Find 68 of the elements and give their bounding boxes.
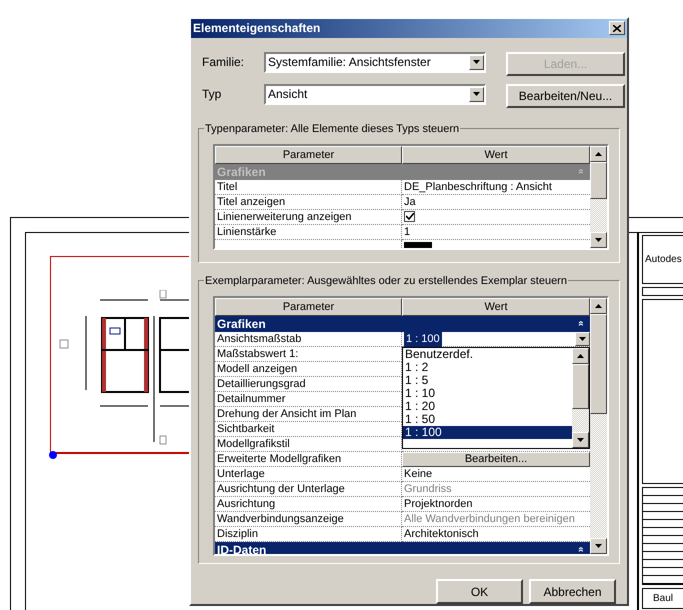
scrollbar[interactable] xyxy=(590,146,607,248)
group-header[interactable]: ID-Daten » xyxy=(215,542,590,554)
group-label: Grafiken xyxy=(217,316,266,333)
edit-button[interactable]: Bearbeiten... xyxy=(402,452,590,467)
company-name: Autodes xyxy=(645,252,682,267)
scroll-thumb[interactable] xyxy=(590,314,607,414)
column-header[interactable]: Wert xyxy=(402,298,590,316)
field-label: Familie: xyxy=(202,54,246,72)
parameter-value: Alle Wandverbindungen bereinigen xyxy=(404,512,575,527)
window-title: Elementeigenschaften xyxy=(193,20,320,38)
scrollbar[interactable] xyxy=(572,348,589,448)
scroll-up-button[interactable] xyxy=(590,298,607,314)
column-header[interactable]: Parameter xyxy=(215,298,402,316)
dropdown-option[interactable]: 1 : 20 xyxy=(403,400,572,413)
scrollbar[interactable] xyxy=(590,298,607,554)
sheet-title: Baul xyxy=(652,592,673,606)
collapse-icon[interactable]: » xyxy=(574,321,589,327)
scroll-down-button[interactable] xyxy=(572,432,589,448)
group-header[interactable]: Grafiken » xyxy=(215,316,590,332)
close-icon xyxy=(613,24,621,32)
parameter-value: 1 xyxy=(404,224,410,240)
down-arrow-icon xyxy=(595,238,602,242)
parameter-value: Architektonisch xyxy=(404,526,479,542)
parameter-name: Ausrichtung der Unterlage xyxy=(215,482,402,497)
scroll-up-button[interactable] xyxy=(590,146,607,162)
parameter-name: Wandverbindungsanzeige xyxy=(215,512,402,527)
parameter-value: DE_Planbeschriftung : Ansicht xyxy=(404,180,552,195)
down-arrow-icon xyxy=(577,438,584,442)
dropdown-option[interactable]: 1 : 100 xyxy=(403,426,572,439)
parameter-value: Keine xyxy=(404,466,432,482)
parameter-value: Grundriss xyxy=(404,482,452,497)
cancel-button[interactable]: Abbrechen xyxy=(529,579,616,604)
scroll-thumb[interactable] xyxy=(572,364,589,409)
parameter-value: Projektnorden xyxy=(404,496,472,512)
field-label: Typ xyxy=(202,86,222,104)
dropdown-option[interactable]: 1 : 50 xyxy=(403,412,572,426)
up-arrow-icon xyxy=(595,152,602,156)
parameter-name: Linienerweiterung anzeigen xyxy=(215,210,402,225)
collapse-icon[interactable]: » xyxy=(574,547,589,553)
type-dropdown[interactable]: Ansicht xyxy=(264,84,486,105)
scroll-thumb[interactable] xyxy=(590,162,607,199)
dropdown-option[interactable]: 1 : 2 xyxy=(403,360,572,374)
dropdown-option[interactable]: 1 : 10 xyxy=(403,386,572,400)
ok-button[interactable]: OK xyxy=(436,579,523,604)
family-dropdown[interactable]: Systemfamilie: Ansichtsfenster xyxy=(264,52,486,73)
down-arrow-icon xyxy=(595,544,602,548)
parameter-name: Ausrichtung xyxy=(215,496,402,512)
edit-new-button[interactable]: Bearbeiten/Neu... xyxy=(506,84,625,108)
parameter-name: Unterlage xyxy=(215,466,402,482)
title-block-field xyxy=(642,286,683,296)
parameter-value: Ja xyxy=(404,194,416,210)
column-header[interactable]: Parameter xyxy=(215,146,402,164)
group-label: ID-Daten xyxy=(217,542,266,554)
scroll-up-button[interactable] xyxy=(572,348,589,364)
color-swatch xyxy=(404,242,432,248)
scroll-down-button[interactable] xyxy=(590,232,607,248)
up-arrow-icon xyxy=(595,304,602,308)
up-arrow-icon xyxy=(577,354,584,358)
scroll-down-button[interactable] xyxy=(590,538,607,554)
parameter-name: Titel xyxy=(215,180,402,195)
group-label: Grafiken xyxy=(217,164,266,181)
column-header[interactable]: Wert xyxy=(402,146,590,164)
checkbox[interactable] xyxy=(404,211,415,222)
close-button[interactable] xyxy=(609,21,625,36)
dropdown-option[interactable]: Benutzerdef. xyxy=(403,348,572,361)
parameter-name: Titel anzeigen xyxy=(215,194,402,210)
scale-dropdown[interactable]: 1 : 100 xyxy=(402,332,590,347)
dropdown-option[interactable]: 1 : 5 xyxy=(403,374,572,387)
